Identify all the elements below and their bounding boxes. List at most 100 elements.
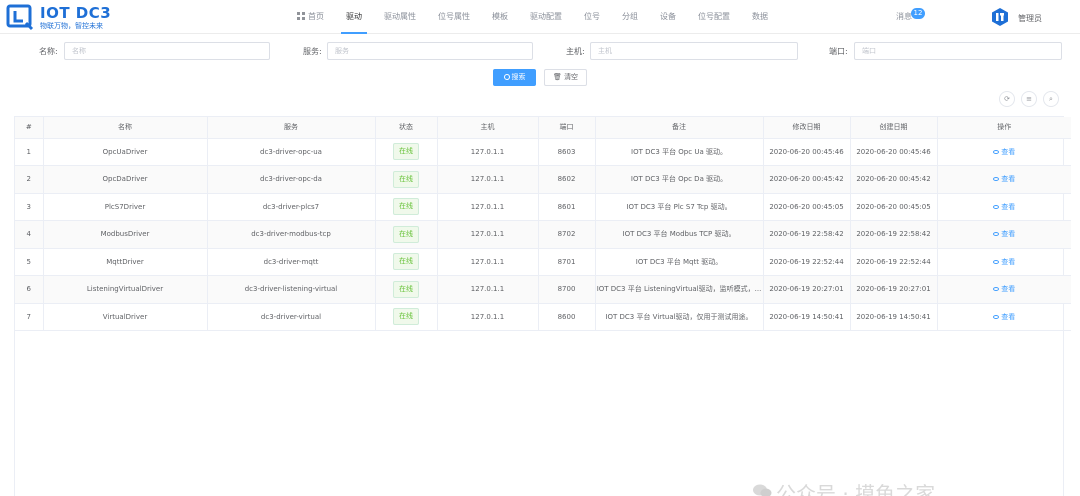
cell-host: 127.0.1.1	[437, 138, 539, 166]
cell-remark: IOT DC3 平台 Virtual驱动，仅用于测试用途。	[595, 303, 764, 331]
column-header[interactable]: 主机	[437, 117, 539, 139]
status-badge: 在线	[393, 225, 419, 243]
host-label: 主机:	[566, 47, 585, 56]
column-header[interactable]: #	[15, 117, 44, 139]
status-badge: 在线	[393, 253, 419, 271]
filter-icon[interactable]: ≡	[1021, 91, 1037, 107]
cell-name: ModbusDriver	[43, 220, 208, 249]
eye-icon	[993, 314, 1000, 319]
cell-created: 2020-06-19 20:27:01	[850, 275, 938, 304]
cell-actions: 查看	[937, 138, 1071, 166]
view-link[interactable]: 查看	[993, 148, 1015, 156]
view-link-label: 查看	[1001, 147, 1016, 156]
eye-icon	[993, 177, 1000, 182]
cell-updated: 2020-06-19 22:52:44	[763, 248, 851, 276]
driver-table: # 名称 服务 状态 主机 端口 备注 修改日期 创建日期 操作 1 OpcUaDriver dc3-…	[14, 116, 1071, 496]
nav-item-0[interactable]: 首页	[286, 0, 335, 34]
table-row: 1 OpcUaDriver dc3-driver-opc-ua 在线 127.0.1.1…	[15, 138, 1071, 166]
name-input[interactable]	[64, 42, 270, 60]
nav-item-1[interactable]: 驱动	[335, 0, 373, 34]
view-link[interactable]: 查看	[993, 203, 1015, 211]
status-badge: 在线	[393, 280, 419, 298]
nav-item-4[interactable]: 模板	[481, 0, 519, 34]
column-header[interactable]: 名称	[43, 117, 208, 139]
view-link[interactable]: 查看	[993, 258, 1015, 266]
table-row: 6 ListeningVirtualDriver dc3-driver-listen…	[15, 275, 1071, 304]
nav-item-label: 设备	[660, 12, 676, 21]
nav-item-7[interactable]: 分组	[611, 0, 649, 34]
port-input[interactable]	[854, 42, 1062, 60]
cell-actions: 查看	[937, 248, 1071, 276]
cell-remark: IOT DC3 平台 Modbus TCP 驱动。	[595, 220, 764, 249]
view-link-label: 查看	[1001, 285, 1016, 294]
nav-item-3[interactable]: 位号属性	[427, 0, 481, 34]
view-link[interactable]: 查看	[993, 230, 1015, 238]
cell-index: 7	[15, 303, 44, 331]
column-header[interactable]: 操作	[937, 117, 1071, 139]
search-button[interactable]: 搜索	[493, 69, 536, 86]
nav-item-2[interactable]: 驱动属性	[373, 0, 427, 34]
user-avatar-icon[interactable]	[990, 7, 1010, 27]
host-input[interactable]	[590, 42, 798, 60]
cell-status: 在线	[375, 248, 438, 276]
nav-item-label: 分组	[622, 12, 638, 21]
refresh-icon[interactable]: ⟳	[999, 91, 1015, 107]
main-nav: 首页 驱动 驱动属性 位号属性 模板 驱动配置 位号 分组 设备 位号配置 数据	[286, 0, 779, 34]
zoom-icon[interactable]: ⌕	[1043, 91, 1059, 107]
logo-subtitle: 物联万物，智控未来	[40, 22, 103, 30]
service-input[interactable]	[327, 42, 533, 60]
column-header[interactable]: 端口	[538, 117, 596, 139]
column-header[interactable]: 状态	[375, 117, 438, 139]
cell-name: OpcUaDriver	[43, 138, 208, 166]
cell-port: 8700	[538, 275, 596, 304]
top-header: IOT DC3 物联万物，智控未来 首页 驱动 驱动属性 位号属性 模板 驱动配置 位号 分组…	[0, 0, 1080, 34]
column-header[interactable]: 服务	[207, 117, 376, 139]
nav-item-9[interactable]: 位号配置	[687, 0, 741, 34]
search-button-label: 搜索	[511, 73, 526, 81]
wechat-watermark-icon	[753, 484, 772, 496]
nav-item-label: 数据	[752, 12, 768, 21]
cell-port: 8600	[538, 303, 596, 331]
messages-link[interactable]: 消息	[896, 11, 912, 22]
eye-icon	[993, 232, 1000, 237]
app-logo[interactable]: IOT DC3 物联万物，智控未来	[6, 3, 136, 31]
cell-index: 2	[15, 165, 44, 194]
cell-service: dc3-driver-listening-virtual	[207, 275, 376, 304]
nav-item-5[interactable]: 驱动配置	[519, 0, 573, 34]
status-badge: 在线	[393, 143, 419, 161]
table-row: 5 MqttDriver dc3-driver-mqtt 在线 127.0.1.1 870…	[15, 248, 1071, 276]
cell-name: MqttDriver	[43, 248, 208, 276]
cell-service: dc3-driver-opc-ua	[207, 138, 376, 166]
view-link[interactable]: 查看	[993, 313, 1015, 321]
user-name[interactable]: 管理员	[1018, 13, 1042, 24]
nav-item-label: 位号属性	[438, 12, 470, 21]
cell-index: 6	[15, 275, 44, 304]
column-header[interactable]: 备注	[595, 117, 764, 139]
view-link[interactable]: 查看	[993, 285, 1015, 293]
cell-status: 在线	[375, 165, 438, 194]
search-icon	[503, 74, 510, 80]
cell-index: 4	[15, 220, 44, 249]
messages-count-badge: 12	[911, 8, 925, 19]
cell-remark: IOT DC3 平台 Opc Ua 驱动。	[595, 138, 764, 166]
column-header[interactable]: 创建日期	[850, 117, 938, 139]
clear-button[interactable]: 🗑︎ 清空	[544, 69, 587, 86]
logo-icon	[6, 4, 34, 31]
eye-icon	[993, 149, 1000, 154]
nav-item-label: 首页	[308, 12, 324, 21]
view-link-label: 查看	[1001, 175, 1016, 184]
nav-item-8[interactable]: 设备	[649, 0, 687, 34]
cell-host: 127.0.1.1	[437, 275, 539, 304]
cell-updated: 2020-06-20 00:45:05	[763, 193, 851, 221]
cell-index: 5	[15, 248, 44, 276]
view-link[interactable]: 查看	[993, 175, 1015, 183]
nav-item-10[interactable]: 数据	[741, 0, 779, 34]
nav-item-6[interactable]: 位号	[573, 0, 611, 34]
cell-name: VirtualDriver	[43, 303, 208, 331]
cell-created: 2020-06-19 22:52:44	[850, 248, 938, 276]
status-badge: 在线	[393, 308, 419, 326]
cell-remark: IOT DC3 平台 Plc S7 Tcp 驱动。	[595, 193, 764, 221]
cell-port: 8603	[538, 138, 596, 166]
column-header[interactable]: 修改日期	[763, 117, 851, 139]
port-label: 端口:	[829, 47, 848, 56]
